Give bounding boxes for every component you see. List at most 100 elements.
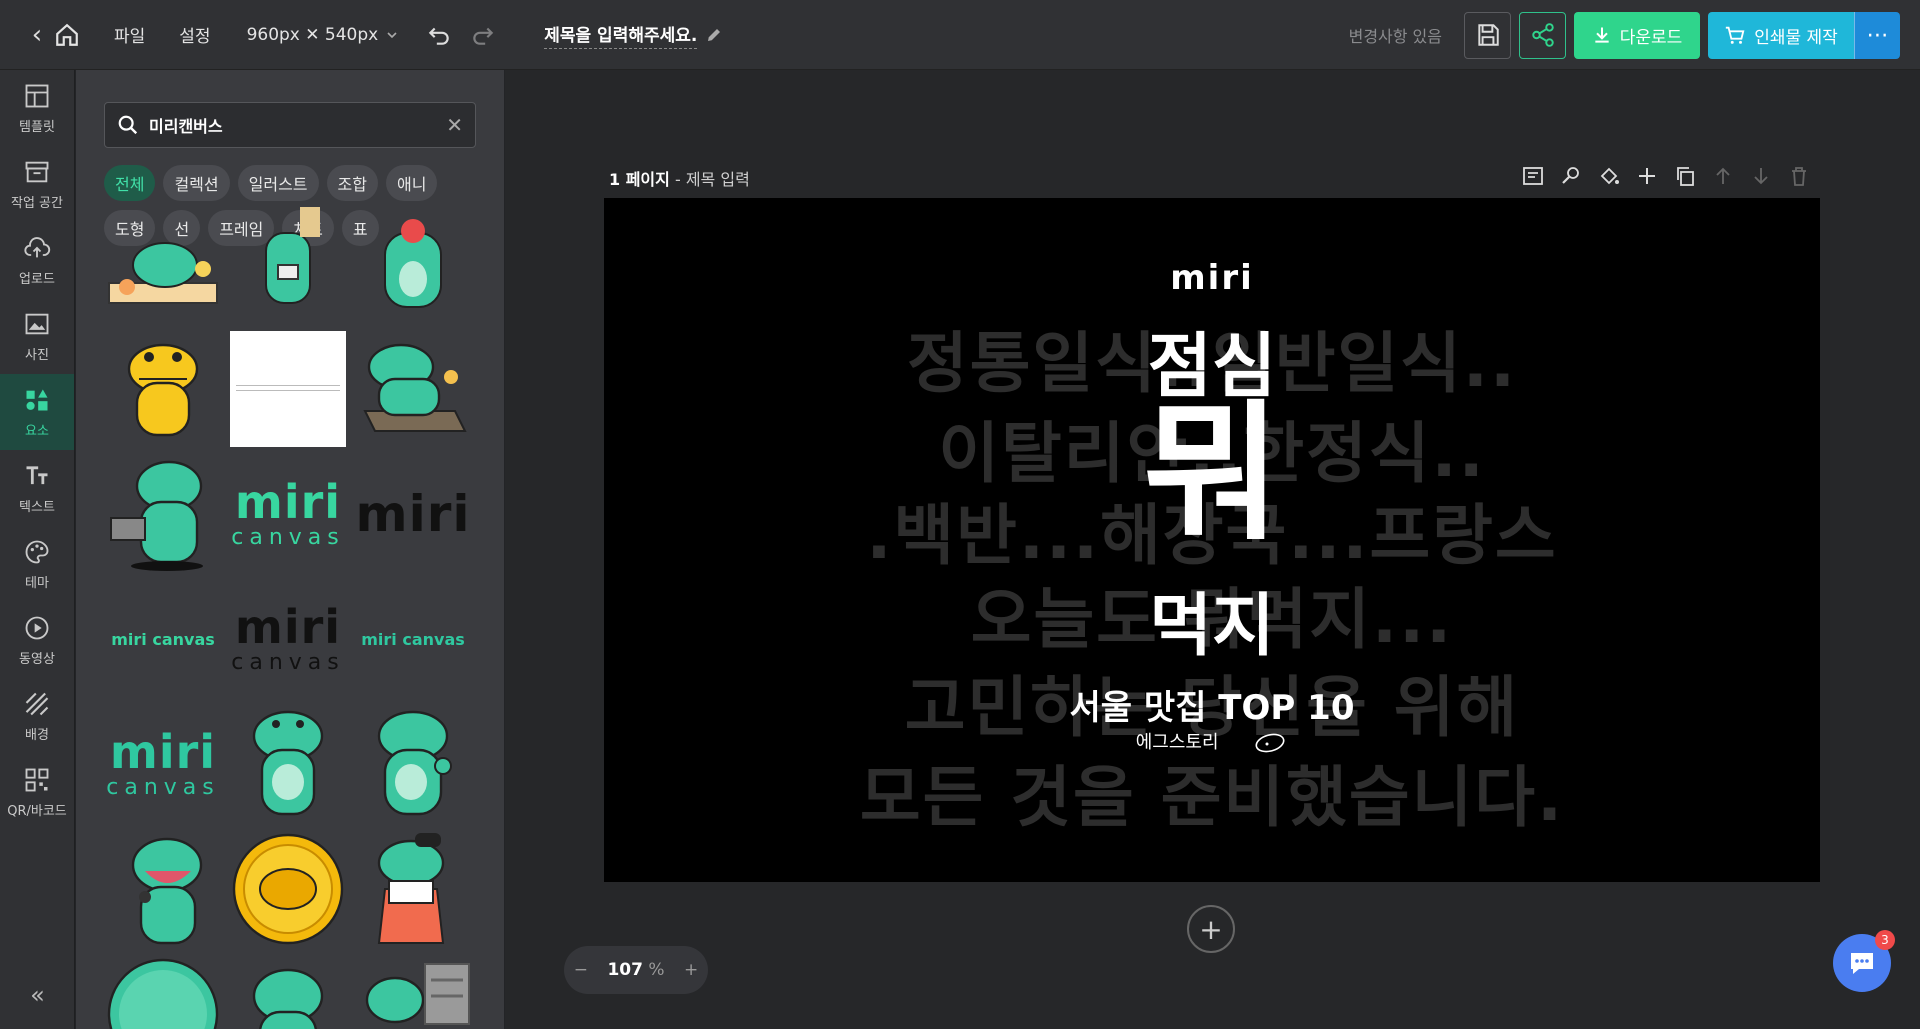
canvas-area: 1 페이지 - 제목 입력 정통일식..일반일식.. 이탈리안..한정식.. .…	[505, 70, 1920, 1029]
sidebar-item-background[interactable]: 배경	[0, 678, 74, 754]
add-page-button[interactable]: +	[1187, 905, 1235, 953]
menu-file[interactable]: 파일	[114, 22, 145, 47]
croc-coin-teal-illustration[interactable]	[104, 955, 222, 1029]
design-slide[interactable]: 정통일식..일반일식.. 이탈리안..한정식.. .백반...해장국...프랑스…	[604, 198, 1820, 882]
crocodile-illustration	[384, 219, 442, 308]
find-replace-icon[interactable]	[1559, 164, 1583, 188]
slide-bg-line: 모든 것을 준비했습니다.	[859, 759, 1565, 836]
save-button[interactable]	[1464, 11, 1511, 59]
sidebar-item-video[interactable]: 동영상	[0, 602, 74, 678]
document-title[interactable]: 제목을 입력해주세요.	[544, 21, 698, 49]
fill-bucket-icon[interactable]	[1597, 164, 1621, 188]
zoom-out-button[interactable]: −	[574, 960, 588, 980]
zoom-in-button[interactable]: +	[684, 960, 698, 980]
miri-logo-black[interactable]: miri	[354, 455, 472, 573]
share-button[interactable]	[1519, 11, 1566, 59]
croc-camera-illustration[interactable]	[104, 455, 222, 573]
slide-author: 에그스토리	[604, 728, 1820, 754]
chevron-down-icon	[387, 31, 397, 38]
chip-illustration[interactable]: 일러스트	[237, 165, 319, 201]
sidebar-item-elements[interactable]: 요소	[0, 374, 74, 450]
sidebar-item-label: 동영상	[19, 651, 55, 667]
chip-all[interactable]: 전체	[104, 165, 156, 201]
sidebar-item-label: 사진	[25, 347, 49, 363]
croc-peek-illustration[interactable]	[229, 955, 347, 1029]
home-icon[interactable]	[54, 22, 80, 48]
duplicate-page-icon[interactable]	[1673, 164, 1697, 188]
undo-icon[interactable]	[426, 22, 452, 48]
croc-hanbok-illustration[interactable]	[354, 830, 472, 948]
add-page-icon[interactable]	[1635, 164, 1659, 188]
chip-combination[interactable]: 조합	[326, 165, 378, 201]
chat-bubble-icon	[1851, 953, 1873, 974]
slide-author-text: 에그스토리	[1135, 732, 1219, 753]
back-chevron-icon[interactable]: ‹	[26, 20, 48, 50]
download-button[interactable]: 다운로드	[1574, 11, 1700, 59]
page-notes-icon[interactable]	[1521, 164, 1545, 188]
white-frame	[230, 331, 346, 447]
background-icon	[25, 692, 49, 715]
sidebar-item-text[interactable]: 텍스트	[0, 450, 74, 526]
coin-illustration	[107, 958, 219, 1029]
wordmark-text: miri canvas	[361, 629, 465, 649]
page-title-input[interactable]: - 제목 입력	[675, 170, 750, 189]
canvas-size-select[interactable]: 960px ✕ 540px	[247, 25, 399, 45]
crocodile-illustration	[252, 710, 324, 816]
miri-canvas-wordmark-teal[interactable]: miri canvas	[354, 580, 472, 698]
sidebar-item-upload[interactable]: 업로드	[0, 222, 74, 298]
croc-badge-illustration[interactable]	[229, 202, 347, 320]
template-icon	[25, 84, 49, 107]
download-icon	[1595, 27, 1609, 43]
sidebar-item-qr[interactable]: QR/바코드	[0, 754, 74, 830]
clear-search-icon[interactable]: ✕	[446, 113, 463, 137]
yellow-croc-illustration[interactable]	[104, 330, 222, 448]
slide-headline-bottom: 먹지	[1149, 587, 1275, 666]
chip-collection[interactable]: 컬렉션	[163, 165, 230, 201]
print-button[interactable]: 인쇄물 제작	[1708, 11, 1854, 59]
crocodile-illustration	[363, 343, 467, 432]
search-input[interactable]	[149, 115, 447, 135]
move-up-icon[interactable]	[1711, 164, 1735, 188]
logo-miri-text: miri	[234, 599, 342, 654]
miri-canvas-logo-green[interactable]: miri canvas	[229, 455, 347, 573]
sidebar-item-theme[interactable]: 테마	[0, 526, 74, 602]
move-down-icon[interactable]	[1749, 164, 1773, 188]
search-icon	[118, 115, 138, 135]
sidebar-item-label: 요소	[25, 423, 49, 439]
redo-icon[interactable]	[470, 22, 496, 48]
croc-arms-crossed-illustration[interactable]	[229, 705, 347, 823]
sidebar-item-photo[interactable]: 사진	[0, 298, 74, 374]
white-frame-element[interactable]	[229, 330, 347, 448]
changes-status: 변경사항 있음	[1348, 27, 1442, 46]
croc-singing-illustration[interactable]	[104, 830, 222, 948]
more-options-button[interactable]: ⋯	[1854, 11, 1900, 59]
slide-miri-logo: miri	[1170, 258, 1254, 298]
miri-canvas-wordmark-green[interactable]: miri canvas	[104, 580, 222, 698]
croc-thinking-illustration[interactable]	[354, 705, 472, 823]
menu-settings[interactable]: 설정	[179, 22, 210, 47]
chat-support-button[interactable]: 3	[1833, 930, 1895, 992]
sidebar-item-label: 업로드	[19, 271, 55, 287]
crocodile-illustration	[110, 460, 203, 571]
zoom-display[interactable]: 107 %	[607, 960, 664, 980]
delete-page-icon[interactable]	[1787, 164, 1811, 188]
croc-gold-coin-illustration[interactable]	[229, 830, 347, 948]
top-bar: ‹ 파일 설정 960px ✕ 540px 제목을 입력해주세요. 변경사항 있…	[0, 0, 1920, 70]
search-box: ✕	[104, 102, 476, 148]
croc-desk-illustration[interactable]	[104, 202, 222, 320]
croc-stand-illustration[interactable]	[354, 202, 472, 320]
miri-canvas-logo-teal[interactable]: miri canvas	[104, 705, 222, 823]
qr-icon	[25, 768, 49, 791]
miri-canvas-logo-black[interactable]: miri canvas	[229, 580, 347, 698]
collapse-sidebar-button[interactable]: «	[0, 981, 75, 1009]
sidebar-item-label: 템플릿	[19, 119, 55, 135]
croc-sign-illustration[interactable]	[354, 955, 472, 1029]
download-label: 다운로드	[1619, 27, 1683, 48]
sidebar-item-template[interactable]: 템플릿	[0, 70, 74, 146]
chip-animation[interactable]: 애니	[385, 165, 438, 201]
croc-lounge-illustration[interactable]	[354, 330, 472, 448]
page-label: 1 페이지 - 제목 입력	[609, 166, 750, 190]
sidebar-item-workspace[interactable]: 작업 공간	[0, 146, 74, 222]
pencil-icon[interactable]	[705, 26, 723, 44]
logo-canvas-text: canvas	[231, 649, 345, 675]
